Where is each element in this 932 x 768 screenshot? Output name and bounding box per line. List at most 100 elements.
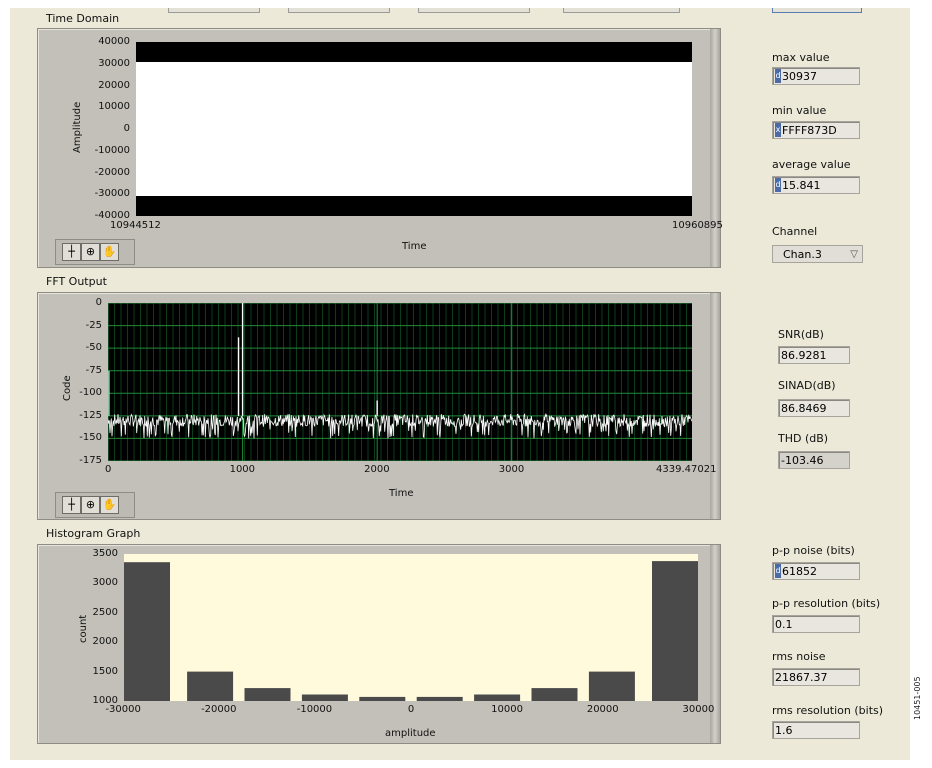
- min-value: FFFF873D: [782, 124, 837, 137]
- sinad-indicator: 86.8469: [778, 399, 850, 417]
- max-value-label: max value: [772, 51, 830, 64]
- histogram-bar: [531, 688, 578, 701]
- time-domain-graph-palette: ┼ ⊕ ✋: [55, 239, 135, 265]
- thd-indicator: -103.46: [778, 451, 850, 469]
- max-value: 30937: [782, 70, 817, 83]
- radix-indicator[interactable]: x: [775, 123, 781, 137]
- x-tick-label: 10000: [491, 704, 523, 715]
- cursor-move-icon[interactable]: ┼: [62, 243, 81, 261]
- pan-hand-icon[interactable]: ✋: [100, 243, 119, 261]
- histogram-xlabel: amplitude: [385, 728, 436, 739]
- histogram-graph: count amplitude 3500 3000 2500 2000 1500 1000…: [37, 544, 721, 744]
- y-tick-label: 3000: [92, 577, 118, 589]
- time-domain-signal-trace: [136, 61, 692, 197]
- pp-noise-value: 61852: [782, 565, 817, 578]
- x-tick-label: -30000: [105, 704, 141, 715]
- histogram-plot-svg: [124, 561, 698, 701]
- y-tick-label: 0: [123, 123, 130, 134]
- y-tick-label: 0: [95, 297, 102, 308]
- rms-resolution-indicator: 1.6: [772, 721, 860, 739]
- histogram-title: Histogram Graph: [46, 527, 141, 540]
- front-panel: Time Domain Amplitude Time ┼ ⊕ ✋ 40000 30…: [10, 8, 910, 760]
- pp-resolution-label: p-p resolution (bits): [772, 597, 881, 610]
- x-tick-label: -20000: [201, 704, 237, 715]
- histogram-bar: [416, 696, 463, 701]
- y-tick-label: -20000: [94, 166, 130, 178]
- min-value-label: min value: [772, 104, 827, 117]
- top-control-1[interactable]: [168, 8, 260, 13]
- x-tick-label: 20000: [586, 704, 619, 715]
- y-tick-label: 20000: [98, 79, 130, 91]
- cursor-move-icon[interactable]: ┼: [62, 496, 81, 514]
- sinad-value: 86.8469: [781, 402, 827, 415]
- y-tick-label: -125: [79, 409, 102, 421]
- y-tick-label: -75: [85, 364, 102, 376]
- fft-graph-palette: ┼ ⊕ ✋: [55, 492, 135, 518]
- top-control-4[interactable]: [563, 8, 680, 13]
- time-domain-plot-area: [136, 42, 692, 216]
- figure-code: 10451-005: [913, 676, 922, 720]
- y-tick-label: -100: [79, 387, 102, 399]
- top-control-3[interactable]: [418, 8, 530, 13]
- x-tick-label: 3000: [498, 464, 525, 475]
- histogram-bar: [187, 671, 234, 701]
- histogram-bar: [359, 696, 406, 701]
- y-tick-label: 2500: [92, 606, 118, 618]
- x-tick-label: 10960895: [672, 220, 723, 231]
- thd-value: -103.46: [781, 454, 824, 467]
- fft-plot-svg: [108, 303, 692, 461]
- x-tick-label: 4339.47021: [656, 464, 717, 475]
- top-control-5[interactable]: [772, 8, 862, 13]
- snr-value: 86.9281: [781, 349, 827, 362]
- histogram-bar: [652, 561, 698, 701]
- pan-hand-icon[interactable]: ✋: [100, 496, 119, 514]
- histogram-bar: [588, 671, 635, 701]
- y-tick-label: 1500: [92, 665, 118, 677]
- rms-resolution-value: 1.6: [775, 724, 793, 737]
- x-tick-label: 0: [407, 704, 415, 715]
- y-tick-label: -50: [85, 342, 102, 354]
- chevron-down-icon: ▽: [850, 249, 858, 260]
- rms-noise-value: 21867.37: [775, 671, 828, 684]
- average-value: 15.841: [782, 179, 821, 192]
- pp-noise-label: p-p noise (bits): [772, 544, 855, 557]
- y-tick-label: 10000: [98, 101, 130, 113]
- x-tick-label: 1000: [229, 464, 256, 475]
- y-tick-label: -25: [85, 319, 102, 331]
- top-control-2[interactable]: [288, 8, 390, 13]
- radix-indicator[interactable]: d: [775, 564, 781, 578]
- histogram-bar: [124, 562, 170, 701]
- zoom-icon[interactable]: ⊕: [81, 496, 100, 514]
- snr-label: SNR(dB): [778, 328, 824, 341]
- average-value-indicator: d15.841: [772, 176, 860, 194]
- thd-label: THD (dB): [778, 432, 829, 445]
- channel-label: Channel: [772, 225, 818, 238]
- histogram-bar: [301, 694, 348, 701]
- rms-noise-indicator: 21867.37: [772, 668, 860, 686]
- fft-xlabel: Time: [389, 488, 414, 499]
- time-domain-graph: Amplitude Time ┼ ⊕ ✋ 40000 30000 20000 1000…: [37, 28, 723, 268]
- time-domain-xlabel: Time: [402, 241, 427, 252]
- time-domain-title: Time Domain: [46, 12, 120, 25]
- channel-select[interactable]: Chan.3 ▽: [772, 245, 863, 263]
- radix-indicator[interactable]: d: [775, 178, 781, 192]
- x-tick-label: 30000: [682, 704, 715, 715]
- snr-indicator: 86.9281: [778, 346, 850, 364]
- y-tick-label: -10000: [94, 144, 130, 156]
- rms-resolution-label: rms resolution (bits): [772, 704, 884, 717]
- fft-output-title: FFT Output: [46, 275, 107, 288]
- radix-indicator[interactable]: d: [775, 69, 781, 83]
- histogram-plot-area: [124, 554, 698, 701]
- y-tick-label: 30000: [98, 57, 130, 69]
- channel-value: Chan.3: [783, 248, 822, 261]
- x-tick-label: 0: [105, 464, 112, 475]
- pp-resolution-value: 0.1: [775, 618, 793, 631]
- x-tick-label: 10944512: [110, 220, 161, 231]
- y-tick-label: 40000: [98, 36, 130, 47]
- fft-plot-area: [108, 303, 692, 461]
- zoom-icon[interactable]: ⊕: [81, 243, 100, 261]
- x-tick-label: -10000: [296, 704, 333, 715]
- y-tick-label: 3500: [92, 548, 118, 559]
- pp-noise-indicator: d61852: [772, 562, 860, 580]
- rms-noise-label: rms noise: [772, 650, 826, 663]
